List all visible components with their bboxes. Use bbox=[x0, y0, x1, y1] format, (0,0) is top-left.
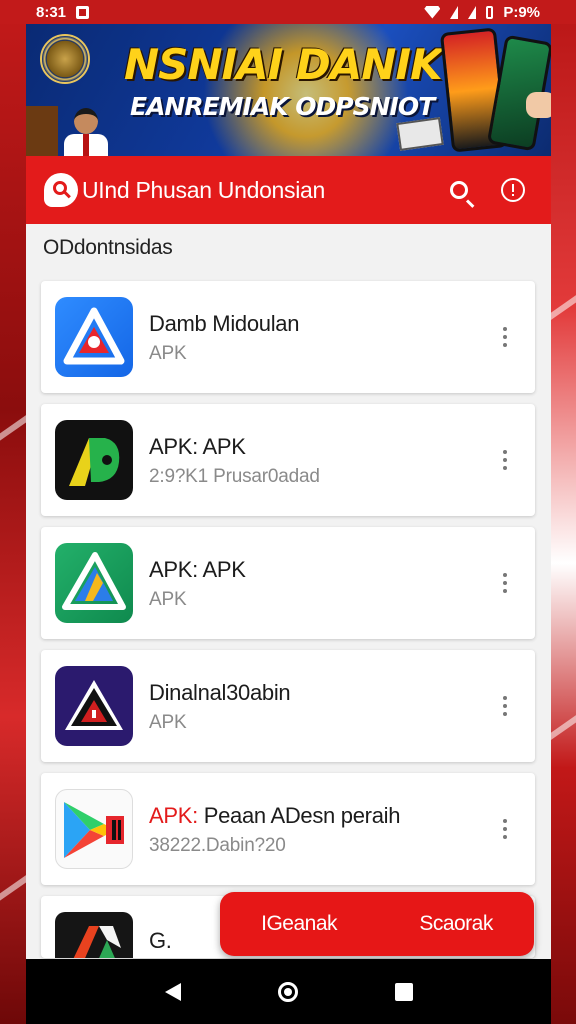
app-subtitle: APK bbox=[149, 589, 187, 610]
app-list: Damb Midoulan APK APK: APK 2:9?K1 Prusar… bbox=[41, 281, 535, 958]
play-store-icon bbox=[55, 789, 133, 869]
section-title: ODdontnsidas bbox=[43, 236, 173, 259]
app-name: G. bbox=[149, 928, 172, 953]
app-name: APK: Peaan ADesn peraih bbox=[149, 803, 400, 829]
app-name-rest: Peaan ADesn peraih bbox=[203, 803, 401, 828]
more-options-button[interactable] bbox=[493, 813, 517, 845]
promo-banner[interactable]: NSNIAI DANIK EANREMIAK ODPSNIOT bbox=[26, 24, 551, 156]
alert-icon bbox=[501, 178, 525, 202]
app-name: Damb Midoulan bbox=[149, 311, 300, 336]
app-logo-icon bbox=[44, 173, 78, 207]
app-subtitle: 38222.Dabin?20 bbox=[149, 835, 286, 856]
wifi-icon bbox=[424, 5, 441, 19]
background-right bbox=[550, 0, 576, 1024]
app-bar: UInd Phusan Undonsian bbox=[26, 156, 551, 224]
action-right-button[interactable]: Scaorak bbox=[419, 912, 493, 936]
list-item[interactable]: Dinalnal30abin APK bbox=[41, 650, 535, 762]
emblem-icon bbox=[40, 34, 90, 84]
app-subtitle: APK bbox=[149, 343, 187, 364]
home-icon[interactable] bbox=[277, 981, 298, 1002]
app-name-prefix: APK: bbox=[149, 803, 198, 828]
green-yellow-leaf-icon bbox=[55, 420, 133, 500]
more-options-button[interactable] bbox=[493, 690, 517, 722]
battery-text: P:9% bbox=[503, 3, 540, 21]
alert-button[interactable] bbox=[493, 170, 533, 210]
app-name: APK: APK bbox=[149, 557, 246, 582]
background-left bbox=[0, 0, 26, 1024]
more-options-button[interactable] bbox=[493, 567, 517, 599]
list-item[interactable]: APK: APK APK bbox=[41, 527, 535, 639]
notification-icon bbox=[76, 5, 90, 19]
search-icon bbox=[450, 181, 468, 199]
more-options-button[interactable] bbox=[493, 321, 517, 353]
more-options-button[interactable] bbox=[493, 444, 517, 476]
status-time: 8:31 bbox=[36, 3, 67, 21]
card-image bbox=[396, 117, 444, 151]
banner-shelf bbox=[26, 106, 58, 156]
banner-subline: EANREMIAK ODPSNIOT bbox=[130, 92, 435, 121]
blue-triangle-icon bbox=[55, 297, 133, 377]
action-left-button[interactable]: IGeanak bbox=[261, 912, 337, 936]
dark-triangle-icon bbox=[55, 912, 133, 958]
status-bar: 8:31 P:9% bbox=[0, 0, 576, 24]
signal-icon bbox=[450, 5, 459, 19]
app-subtitle: 2:9?K1 Prusar0adad bbox=[149, 466, 320, 487]
navigation-bar bbox=[26, 959, 551, 1024]
recents-icon[interactable] bbox=[394, 982, 413, 1001]
search-button[interactable] bbox=[439, 170, 479, 210]
app-subtitle: APK bbox=[149, 712, 187, 733]
list-item[interactable]: Damb Midoulan APK bbox=[41, 281, 535, 393]
banner-person-image bbox=[60, 108, 110, 156]
red-star-triangle-icon bbox=[55, 666, 133, 746]
app-name: APK: APK bbox=[149, 434, 246, 459]
triangle-logo-icon bbox=[55, 543, 133, 623]
app-title: UInd Phusan Undonsian bbox=[82, 176, 326, 203]
signal-icon-2 bbox=[468, 5, 477, 19]
app-name: Dinalnal30abin bbox=[149, 680, 291, 705]
back-icon[interactable] bbox=[164, 982, 181, 1001]
list-item[interactable]: APK: APK 2:9?K1 Prusar0adad bbox=[41, 404, 535, 516]
battery-icon bbox=[486, 5, 494, 19]
hand-image bbox=[526, 92, 551, 118]
banner-headline: NSNIAI DANIK bbox=[124, 40, 443, 89]
action-bar: IGeanak Scaorak bbox=[220, 892, 534, 956]
list-item[interactable]: APK: Peaan ADesn peraih 38222.Dabin?20 bbox=[41, 773, 535, 885]
